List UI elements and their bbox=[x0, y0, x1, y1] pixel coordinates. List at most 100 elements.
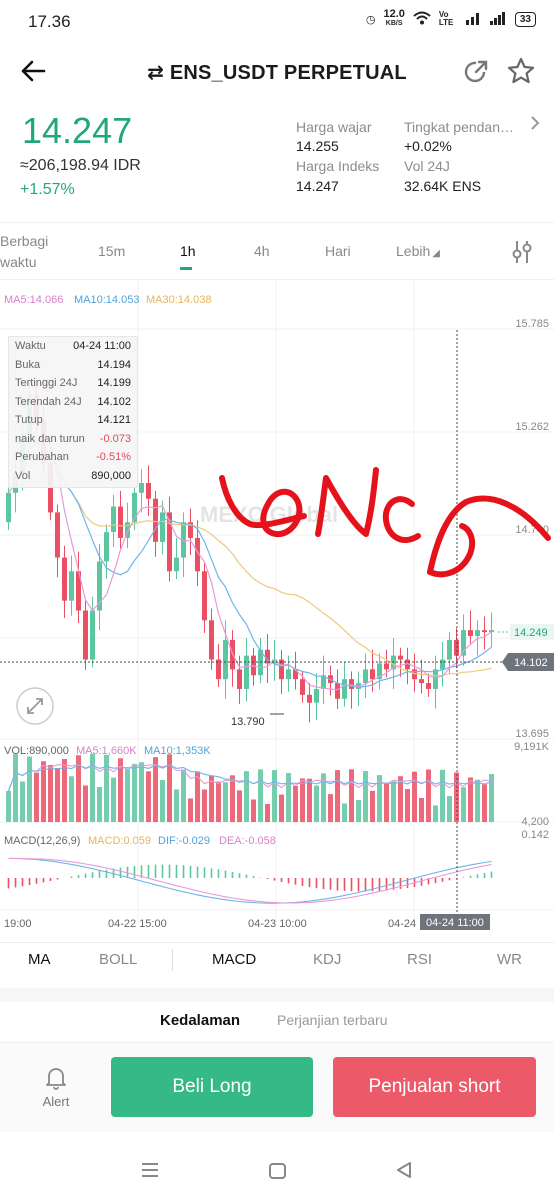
tab-15m[interactable]: 15m bbox=[98, 243, 125, 259]
info-row-volume: Vol 890,000 bbox=[15, 469, 131, 482]
system-nav-bar bbox=[0, 1140, 554, 1200]
candle-body bbox=[174, 557, 179, 572]
vol-ma5-legend: MA5:1,660K bbox=[76, 745, 137, 757]
last-price: 14.247 bbox=[22, 110, 133, 151]
tab-depth[interactable]: Kedalaman bbox=[160, 1012, 240, 1029]
last-price-tag: 14.249 bbox=[514, 627, 548, 639]
macd-histogram bbox=[7, 864, 493, 892]
volume-bar bbox=[90, 753, 95, 822]
indicator-kdj[interactable]: KDJ bbox=[313, 951, 341, 968]
status-time: 17.36 bbox=[28, 12, 71, 31]
volume-bar bbox=[314, 785, 319, 822]
candle-body bbox=[314, 688, 319, 703]
volume-bar bbox=[447, 796, 452, 822]
candle-body bbox=[202, 571, 207, 621]
indicator-boll[interactable]: BOLL bbox=[99, 951, 137, 968]
time-axis-2: 04-22 15:00 bbox=[108, 918, 167, 930]
alert-label: Alert bbox=[42, 1094, 70, 1109]
section-gap bbox=[0, 988, 554, 1002]
volume-bar bbox=[433, 805, 438, 822]
volume-bar bbox=[426, 769, 431, 822]
volume-bar bbox=[461, 787, 466, 822]
dea-value: DEA:-0.058 bbox=[219, 835, 276, 847]
tab-more[interactable]: Lebih ◢ bbox=[396, 243, 440, 259]
price-axis-2: 15.262 bbox=[515, 421, 549, 433]
volume-bars bbox=[6, 753, 494, 822]
app-header: ⇄ ENS_USDT PERPETUAL bbox=[0, 44, 554, 100]
back-icon[interactable] bbox=[394, 1160, 414, 1185]
tab-day[interactable]: Hari bbox=[325, 243, 351, 259]
home-icon[interactable] bbox=[268, 1162, 288, 1185]
price-change: +1.57% bbox=[20, 181, 75, 198]
volume-bar bbox=[97, 786, 102, 822]
ma5-legend: MA5:14.066 bbox=[4, 294, 63, 306]
volume-bar bbox=[188, 798, 193, 822]
candle-body bbox=[349, 679, 354, 689]
price-axis-1: 15.785 bbox=[515, 318, 549, 330]
bell-icon bbox=[46, 1068, 66, 1090]
volume-bar bbox=[153, 757, 158, 822]
chevron-right-icon[interactable] bbox=[528, 114, 542, 137]
indicator-rsi[interactable]: RSI bbox=[407, 951, 432, 968]
time-axis-1: 19:00 bbox=[4, 918, 32, 930]
candle-body bbox=[440, 659, 445, 670]
candle-body bbox=[209, 620, 214, 660]
volume-bar bbox=[307, 778, 312, 822]
volume-bar bbox=[69, 776, 74, 822]
sell-short-button[interactable]: Penjualan short bbox=[333, 1057, 536, 1117]
net-speed: 12.0 KB/S bbox=[383, 8, 405, 28]
volume-bar bbox=[181, 769, 186, 822]
volume-bar bbox=[55, 768, 60, 822]
volume-bar bbox=[174, 789, 179, 822]
info-row-change-amount: naik dan turun -0.073 bbox=[15, 432, 131, 445]
candle-body bbox=[160, 512, 165, 542]
time-axis-3: 04-23 10:00 bbox=[248, 918, 307, 930]
indicator-ma[interactable]: MA bbox=[28, 951, 51, 968]
battery-icon: 33 bbox=[514, 11, 536, 27]
active-tab-indicator bbox=[180, 267, 192, 270]
candle-body bbox=[419, 679, 424, 684]
candle-body bbox=[90, 610, 95, 660]
recent-apps-icon[interactable] bbox=[140, 1162, 160, 1183]
expand-icon[interactable] bbox=[16, 687, 54, 725]
volume-bar bbox=[20, 781, 25, 822]
volte-icon: Vo LTE bbox=[438, 10, 454, 27]
funding-rate-value: +0.02% bbox=[404, 138, 452, 154]
buy-long-button[interactable]: Beli Long bbox=[111, 1057, 313, 1117]
volume-24h-label: Vol 24J bbox=[404, 158, 450, 174]
candle-body bbox=[118, 506, 123, 538]
share-icon[interactable] bbox=[462, 58, 490, 91]
volume-bar bbox=[363, 771, 368, 822]
volume-bar bbox=[482, 784, 487, 822]
time-axis-4: 04-24 bbox=[388, 918, 416, 930]
tab-latest-trades[interactable]: Perjanjian terbaru bbox=[277, 1012, 388, 1028]
timeframe-tabs: Berbagi waktu 15m 1h 4h Hari Lebih ◢ bbox=[0, 222, 554, 280]
chart-settings-icon[interactable] bbox=[510, 239, 534, 270]
tab-1h[interactable]: 1h bbox=[180, 243, 196, 259]
favorite-star-icon[interactable] bbox=[506, 56, 536, 91]
alert-button[interactable]: Alert bbox=[36, 1065, 76, 1109]
tab-time-share[interactable]: Berbagi waktu bbox=[0, 231, 48, 273]
candle-body bbox=[286, 669, 291, 680]
indicator-wr[interactable]: WR bbox=[497, 951, 522, 968]
signal-icon-1 bbox=[465, 11, 481, 28]
volume-bar bbox=[104, 754, 109, 822]
volume-bar bbox=[342, 803, 347, 822]
candle-body bbox=[384, 663, 389, 670]
cross-price-tag: 14.102 bbox=[514, 657, 548, 669]
tab-4h[interactable]: 4h bbox=[254, 243, 270, 259]
info-row-time: Waktu 04-24 11:00 bbox=[15, 340, 131, 352]
volume-bar bbox=[27, 756, 32, 822]
dif-value: DIF:-0.029 bbox=[158, 835, 210, 847]
vol-ma10-legend: MA10:1,353K bbox=[144, 745, 211, 757]
volume-bar bbox=[202, 789, 207, 822]
info-row-close: Tutup 14.121 bbox=[15, 414, 131, 426]
indicator-macd[interactable]: MACD bbox=[212, 951, 256, 968]
index-price-value: 14.247 bbox=[296, 178, 339, 194]
signal-icon-2 bbox=[489, 11, 507, 28]
info-row-change-pct: Perubahan -0.51% bbox=[15, 451, 131, 463]
volume-bar bbox=[272, 770, 277, 822]
volume-bar bbox=[139, 762, 144, 822]
candle-body bbox=[153, 498, 158, 542]
candle-body bbox=[104, 532, 109, 562]
